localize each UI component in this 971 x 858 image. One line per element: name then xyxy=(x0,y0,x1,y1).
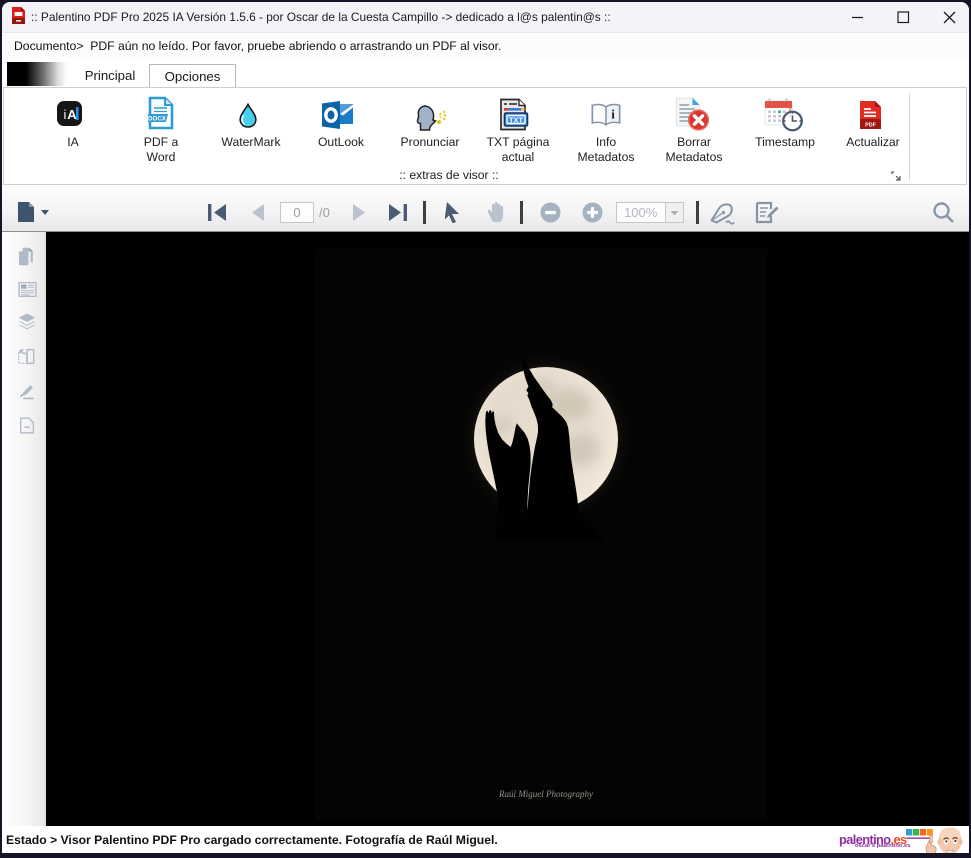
svg-text:i: i xyxy=(64,107,67,122)
svg-text:PDF: PDF xyxy=(865,123,876,129)
svg-text:A: A xyxy=(67,107,77,122)
svg-text:DOCX: DOCX xyxy=(148,116,167,123)
svg-text:i: i xyxy=(611,107,615,122)
svg-text:Raúl Miguel Photography: Raúl Miguel Photography xyxy=(498,789,593,799)
svg-text:TXT: TXT xyxy=(509,115,523,124)
